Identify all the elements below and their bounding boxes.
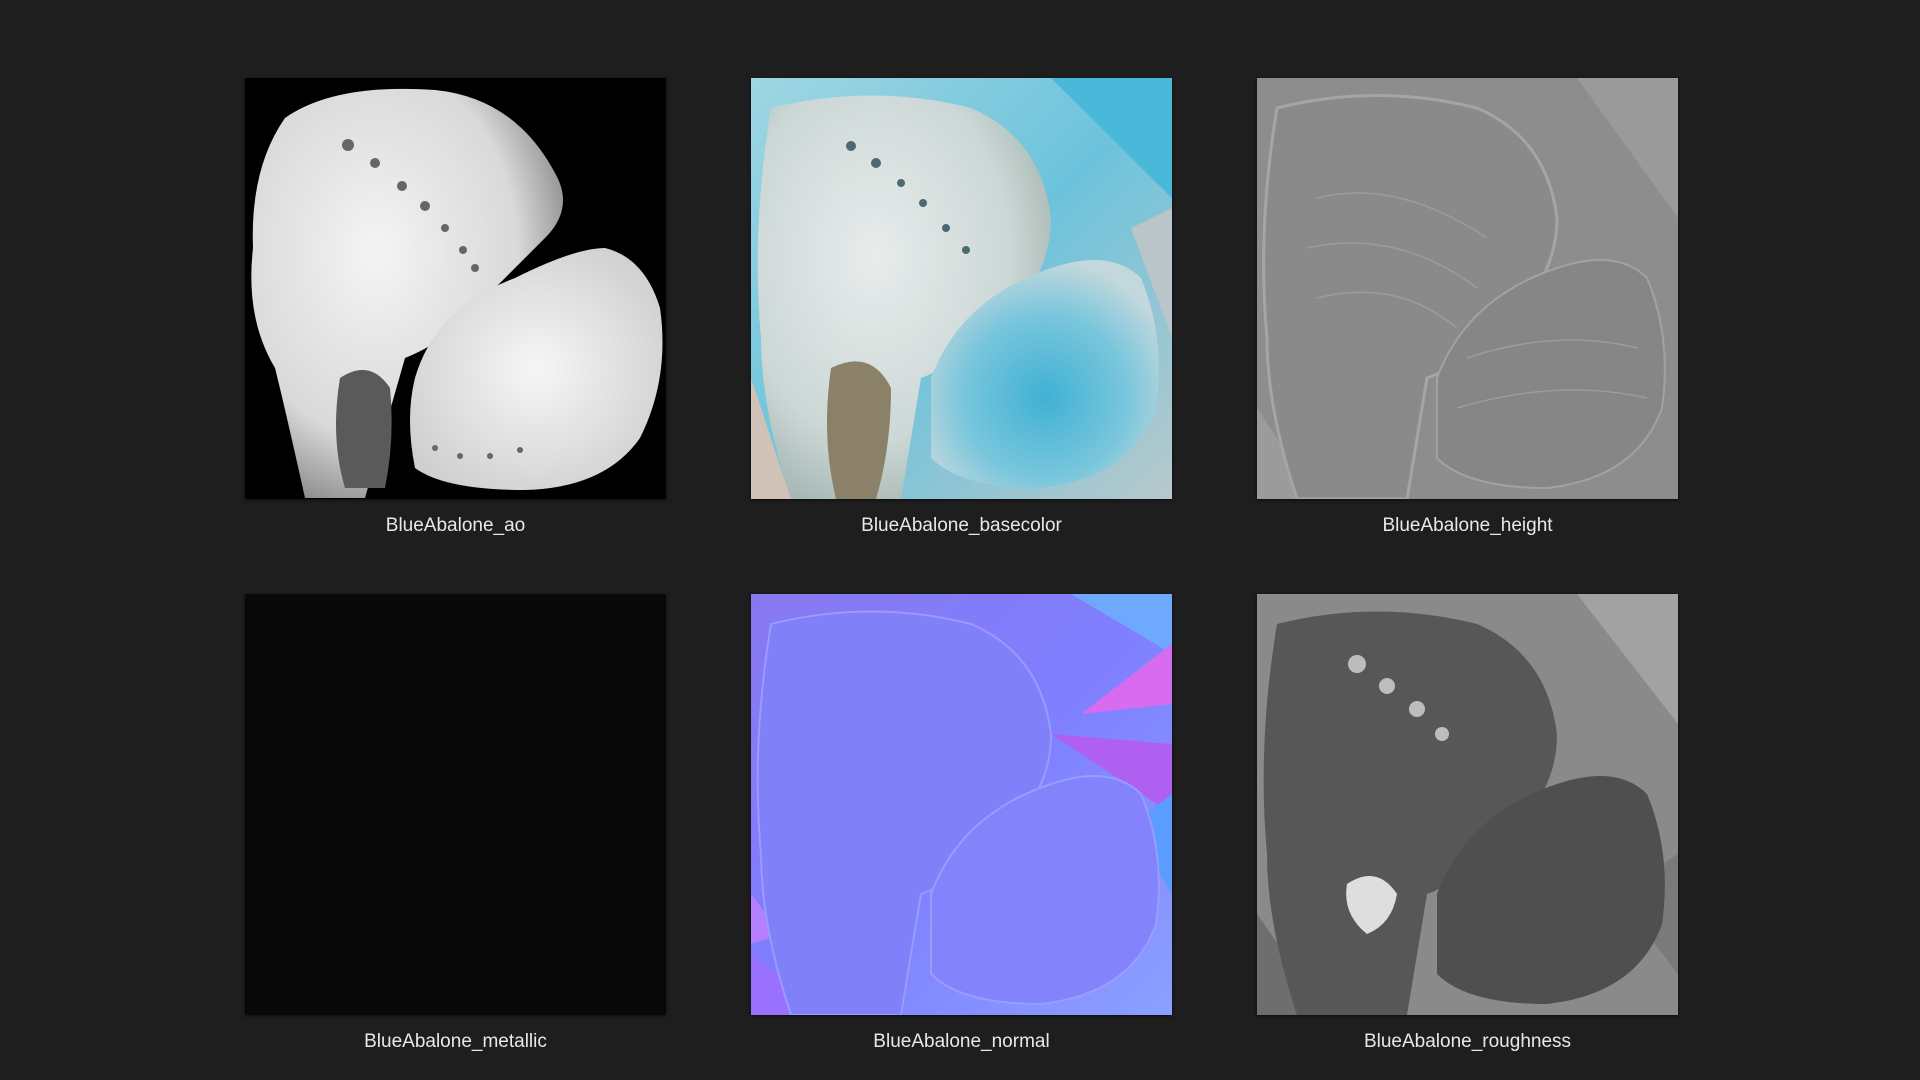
file-label: BlueAbalone_normal [873,1031,1050,1052]
file-grid: BlueAbalone_ao BlueAbalone_basecolor Blu… [245,78,1678,1053]
metallic-texture-thumbnail [245,594,666,1015]
height-texture-thumbnail [1257,78,1678,499]
file-tile-metallic[interactable]: BlueAbalone_metallic [245,594,666,1053]
file-label: BlueAbalone_height [1382,515,1553,536]
file-label: BlueAbalone_roughness [1363,1031,1572,1052]
normal-texture-thumbnail [751,594,1172,1015]
file-label: BlueAbalone_basecolor [861,515,1062,536]
file-tile-ao[interactable]: BlueAbalone_ao [245,78,666,537]
file-tile-basecolor[interactable]: BlueAbalone_basecolor [751,78,1172,537]
roughness-texture-thumbnail [1257,594,1678,1015]
ao-texture-thumbnail [245,78,666,499]
basecolor-texture-thumbnail [751,78,1172,499]
file-label: BlueAbalone_metallic [364,1031,547,1052]
file-tile-height[interactable]: BlueAbalone_height [1257,78,1678,537]
file-tile-normal[interactable]: BlueAbalone_normal [751,594,1172,1053]
file-label: BlueAbalone_ao [385,515,526,536]
file-tile-roughness[interactable]: BlueAbalone_roughness [1257,594,1678,1053]
